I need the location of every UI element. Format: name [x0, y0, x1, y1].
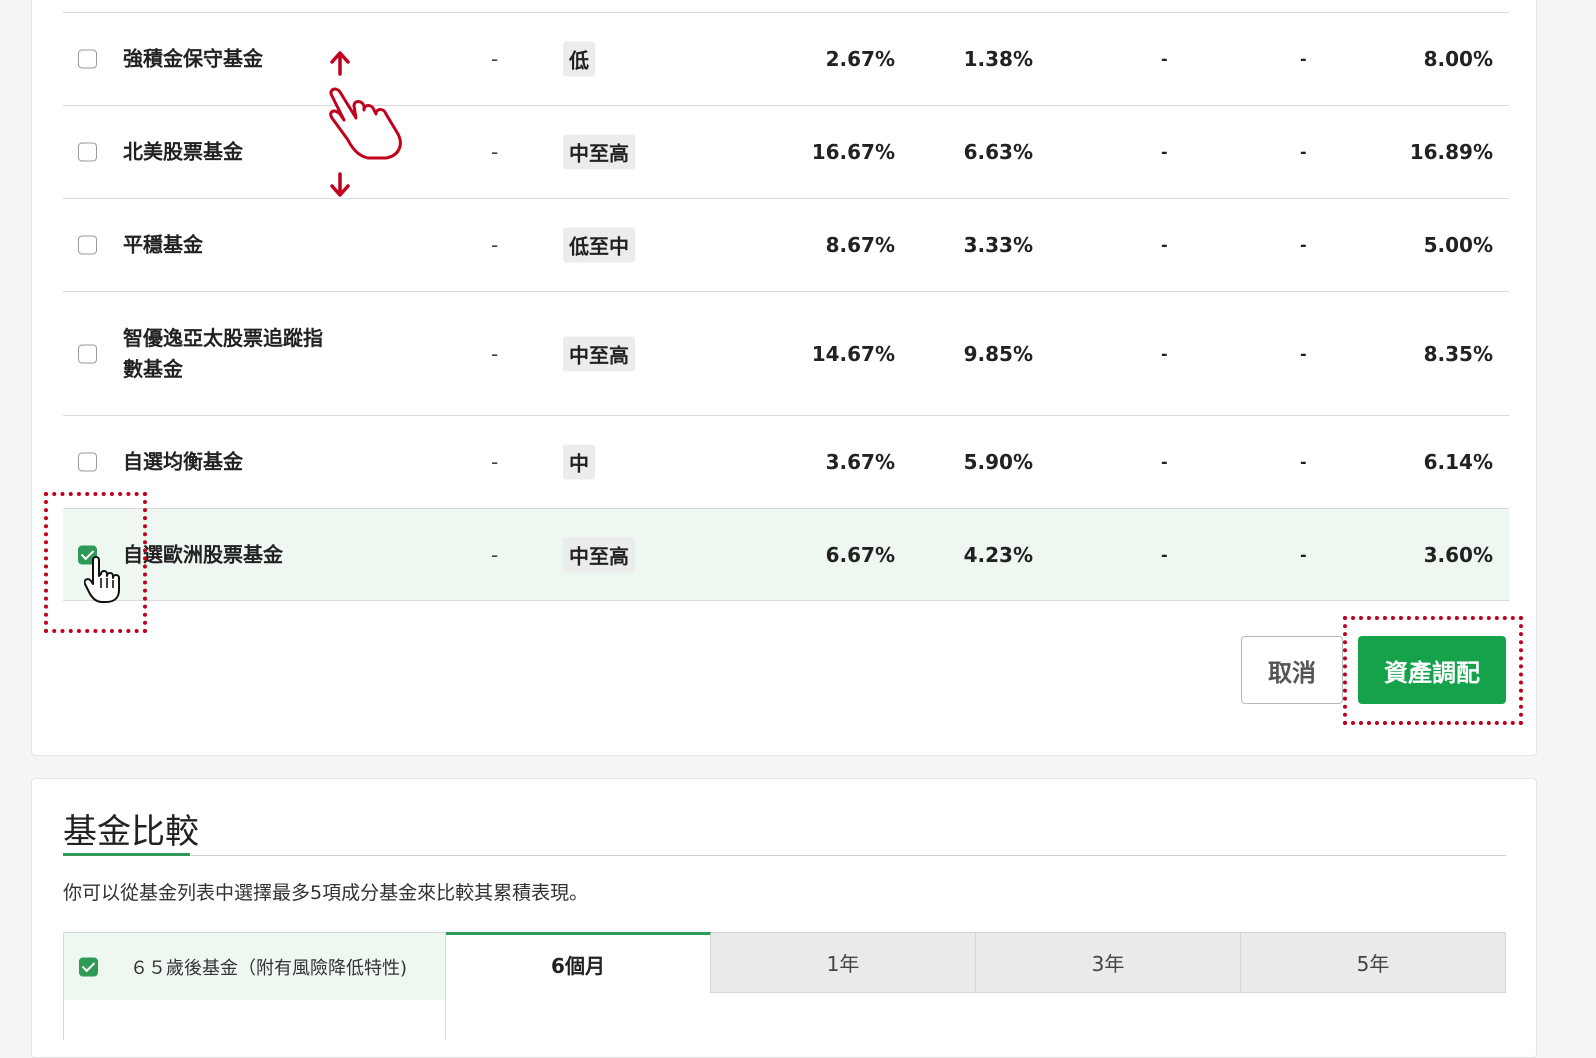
return-value: 2.67% — [825, 47, 895, 71]
cell-dash: - — [491, 450, 499, 474]
tab-1-year[interactable]: 1年 — [711, 932, 976, 993]
return-value: 6.63% — [963, 140, 1033, 164]
cell-dash: - — [1300, 344, 1307, 363]
return-value: 1.38% — [963, 47, 1033, 71]
return-value: 8.00% — [1423, 47, 1493, 71]
return-value: 3.67% — [825, 450, 895, 474]
section-title: 基金比較 — [63, 812, 199, 852]
return-value: 16.67% — [811, 140, 895, 164]
fund-name: 強積金保守基金 — [123, 46, 263, 71]
fund-name: 自選均衡基金 — [123, 449, 243, 474]
divider — [63, 855, 1506, 856]
cell-dash: - — [1300, 452, 1307, 472]
tab-3-years[interactable]: 3年 — [976, 932, 1241, 993]
risk-badge: 低至中 — [563, 227, 635, 263]
fund-name: 智優逸亞太股票追蹤指數基金 — [123, 325, 323, 381]
return-value: 6.67% — [825, 542, 895, 567]
table-row[interactable]: 自選均衡基金 - 中 3.67% 5.90% - - 6.14% — [63, 415, 1509, 508]
row-checkbox[interactable] — [78, 235, 97, 255]
title-underline — [63, 853, 190, 856]
row-checkbox[interactable] — [78, 344, 97, 363]
row-checkbox[interactable] — [78, 452, 97, 472]
return-value: 3.33% — [963, 233, 1033, 257]
return-value: 8.67% — [825, 233, 895, 257]
return-value: 9.85% — [963, 341, 1033, 366]
row-checkbox[interactable] — [78, 142, 97, 162]
cell-dash: - — [1300, 142, 1307, 162]
cell-dash: - — [1161, 344, 1168, 363]
fund-name: 自選歐洲股票基金 — [123, 542, 283, 566]
period-tabs: 6個月 1年 3年 5年 — [446, 932, 1506, 993]
return-value: 8.35% — [1423, 341, 1493, 366]
return-value: 5.90% — [963, 450, 1033, 474]
compare-list-body — [63, 1000, 446, 1040]
cell-dash: - — [1300, 49, 1307, 69]
risk-badge: 中 — [563, 444, 595, 480]
compare-fund-label: ６５歲後基金（附有風險降低特性) — [130, 957, 408, 979]
fund-table: 強積金保守基金 - 低 2.67% 1.38% - - 8.00% 北美股票基金… — [63, 12, 1509, 601]
cell-dash: - — [1300, 235, 1307, 255]
table-row[interactable]: 智優逸亞太股票追蹤指數基金 - 中至高 14.67% 9.85% - - 8.3… — [63, 291, 1509, 415]
return-value: 3.60% — [1423, 542, 1493, 567]
cell-dash: - — [1161, 142, 1168, 162]
cell-dash: - — [1300, 545, 1307, 564]
return-value: 5.00% — [1423, 233, 1493, 257]
risk-badge: 中至高 — [563, 336, 635, 371]
table-row[interactable]: 強積金保守基金 - 低 2.67% 1.38% - - 8.00% — [63, 12, 1509, 105]
cancel-button[interactable]: 取消 — [1241, 636, 1343, 704]
tab-5-years[interactable]: 5年 — [1241, 932, 1506, 993]
cell-dash: - — [1161, 545, 1168, 564]
cell-dash: - — [1161, 452, 1168, 472]
table-row[interactable]: 平穩基金 - 低至中 8.67% 3.33% - - 5.00% — [63, 198, 1509, 291]
fund-name: 平穩基金 — [123, 232, 203, 257]
table-row[interactable]: 北美股票基金 - 中至高 16.67% 6.63% - - 16.89% — [63, 105, 1509, 198]
risk-badge: 低 — [563, 41, 595, 77]
row-checkbox-checked[interactable] — [78, 545, 97, 564]
cell-dash: - — [491, 233, 499, 257]
return-value: 14.67% — [811, 341, 895, 366]
cell-dash: - — [491, 47, 499, 71]
compare-fund-item[interactable]: ６５歲後基金（附有風險降低特性) — [63, 932, 446, 1000]
compare-fund-checkbox[interactable] — [79, 957, 98, 976]
return-value: 6.14% — [1423, 450, 1493, 474]
risk-badge: 中至高 — [563, 134, 635, 170]
fund-name: 北美股票基金 — [123, 139, 243, 164]
cell-dash: - — [491, 341, 499, 366]
tab-6-months[interactable]: 6個月 — [446, 932, 711, 993]
cell-dash: - — [491, 140, 499, 164]
row-checkbox[interactable] — [78, 49, 97, 69]
return-value: 4.23% — [963, 542, 1033, 567]
cell-dash: - — [1161, 235, 1168, 255]
return-value: 16.89% — [1409, 140, 1493, 164]
cell-dash: - — [491, 542, 499, 567]
asset-allocation-button[interactable]: 資產調配 — [1358, 636, 1506, 704]
table-row-selected[interactable]: 自選歐洲股票基金 - 中至高 6.67% 4.23% - - 3.60% — [63, 508, 1509, 601]
cell-dash: - — [1161, 49, 1168, 69]
section-description: 你可以從基金列表中選擇最多5項成分基金來比較其累積表現。 — [63, 882, 589, 904]
risk-badge: 中至高 — [563, 537, 635, 572]
